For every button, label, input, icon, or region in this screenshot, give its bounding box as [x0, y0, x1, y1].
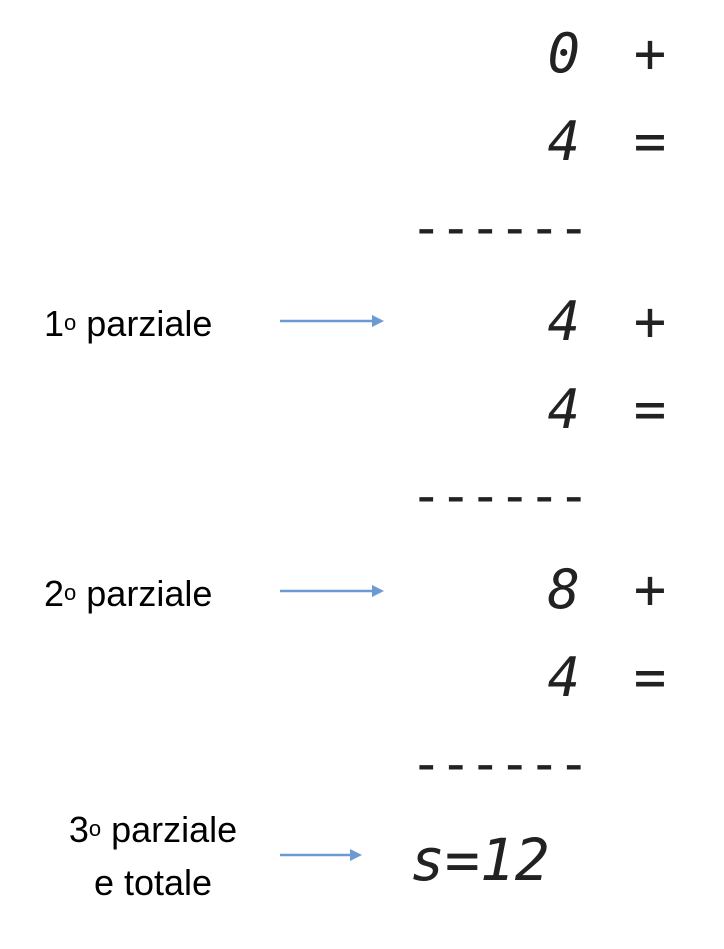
operator-equals: = — [633, 110, 667, 173]
label-partial-2-text: parziale — [76, 573, 213, 614]
label-partial-2: 2o parziale — [44, 570, 264, 623]
operator-equals: = — [633, 646, 667, 709]
operator-plus: + — [633, 22, 667, 85]
label-partial-3-total: 3o parziale e totale — [30, 806, 276, 907]
label-partial-3-text: parziale — [101, 809, 238, 850]
label-partial-2-superscript: o — [64, 580, 77, 605]
label-partial-1-number: 1 — [44, 303, 65, 344]
label-partial-1-superscript: o — [64, 310, 77, 335]
total-sum: s=12 — [410, 826, 550, 894]
number-3: 4 — [547, 378, 580, 441]
number-2: 4 — [547, 290, 580, 353]
operator-equals: = — [633, 378, 667, 441]
number-5: 4 — [547, 646, 580, 709]
arrow-icon — [280, 849, 362, 861]
separator-line-3: ------ — [410, 732, 590, 795]
label-partial-1-text: parziale — [76, 303, 213, 344]
label-partial-3-superscript: o — [88, 816, 102, 841]
label-partial-1: 1o parziale — [44, 300, 264, 353]
label-partial-3-number: 3 — [68, 809, 89, 850]
label-partial-2-number: 2 — [44, 573, 65, 614]
arrow-icon — [280, 315, 384, 327]
arrow-icon — [280, 585, 384, 597]
number-0: 0 — [547, 22, 580, 85]
label-partial-3-line-1: 3o parziale — [30, 806, 276, 859]
separator-line-1: ------ — [410, 196, 590, 259]
number-4: 8 — [547, 558, 580, 621]
separator-line-2: ------ — [410, 464, 590, 527]
number-1: 4 — [547, 110, 580, 173]
label-partial-3-line-2: e totale — [93, 862, 213, 903]
operator-plus: + — [633, 290, 667, 353]
operator-plus: + — [633, 558, 667, 621]
